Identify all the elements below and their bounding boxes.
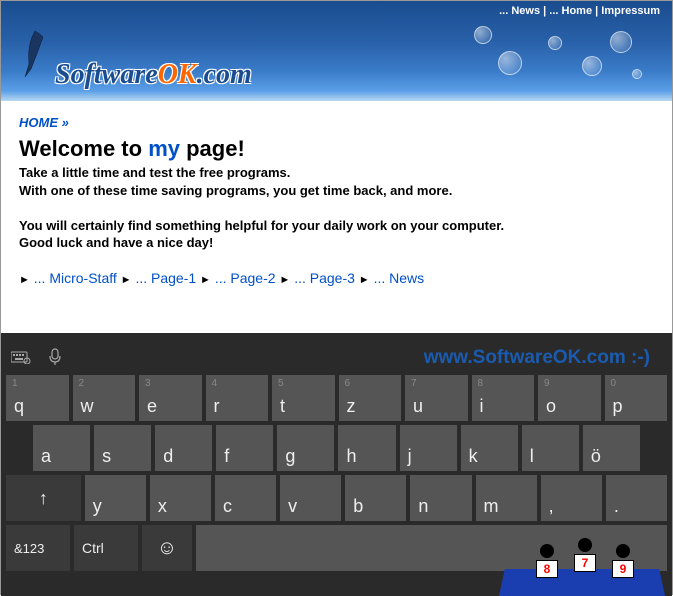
judge: 7 (566, 538, 604, 588)
arrow-icon: ► (19, 274, 30, 286)
key-s[interactable]: s (94, 425, 151, 471)
nav-link-page2[interactable]: ... Page-2 (215, 270, 276, 286)
header-banner: ... News | ... Home | Impressum Software… (1, 1, 672, 101)
key-r[interactable]: 4r (206, 375, 269, 421)
keyboard-settings-icon[interactable] (11, 350, 31, 364)
key-p[interactable]: 0p (605, 375, 668, 421)
key-i[interactable]: 8i (472, 375, 535, 421)
key-g[interactable]: g (277, 425, 334, 471)
breadcrumb: HOME » (19, 115, 654, 130)
key-symbols[interactable]: &123 (6, 525, 70, 571)
page-nav: ► ... Micro-Staff ► ... Page-1 ► ... Pag… (19, 270, 654, 286)
key-n[interactable]: n (410, 475, 471, 521)
key-q[interactable]: 1q (6, 375, 69, 421)
bubble-decoration (474, 26, 492, 44)
score-card: 8 (536, 560, 558, 578)
key-l[interactable]: l (522, 425, 579, 471)
score-card: 7 (574, 554, 596, 572)
top-link-impressum[interactable]: Impressum (601, 5, 660, 17)
breadcrumb-home[interactable]: HOME (19, 115, 58, 130)
intro-line: Take a little time and test the free pro… (19, 164, 654, 182)
key-shift[interactable]: ↑ (6, 475, 81, 521)
top-link-news[interactable]: ... News (499, 5, 540, 17)
key-,[interactable]: , (541, 475, 602, 521)
page-content: HOME » Welcome to my page! Take a little… (1, 101, 672, 333)
score-judges: 8 7 9 (528, 538, 642, 594)
score-card: 9 (612, 560, 634, 578)
key-y[interactable]: y (85, 475, 146, 521)
key-f[interactable]: f (216, 425, 273, 471)
top-link-home[interactable]: ... Home (549, 5, 592, 17)
url-watermark: www.SoftwareOK.com :-) (424, 347, 650, 369)
onscreen-keyboard: www.SoftwareOK.com :-) 1q2w3e4r5t6z7u8i9… (1, 333, 672, 596)
key-m[interactable]: m (476, 475, 537, 521)
key-j[interactable]: j (400, 425, 457, 471)
site-logo[interactable]: SoftwareOK.com (19, 41, 252, 91)
key-w[interactable]: 2w (73, 375, 136, 421)
bubble-decoration (548, 36, 562, 50)
nav-link-news[interactable]: ... News (374, 270, 425, 286)
arrow-icon: ► (279, 274, 290, 286)
key-a[interactable]: a (33, 425, 90, 471)
intro-line: You will certainly find something helpfu… (19, 217, 654, 235)
page-title: Welcome to my page! (19, 136, 654, 162)
intro-line: With one of these time saving programs, … (19, 182, 654, 200)
key-z[interactable]: 6z (339, 375, 402, 421)
key-x[interactable]: x (150, 475, 211, 521)
key-k[interactable]: k (461, 425, 518, 471)
bubble-decoration (610, 31, 632, 53)
top-links: ... News | ... Home | Impressum (499, 5, 660, 17)
key-.[interactable]: . (606, 475, 667, 521)
intro-line: Good luck and have a nice day! (19, 234, 654, 252)
nav-link-page1[interactable]: ... Page-1 (135, 270, 196, 286)
keyboard-row-3: ↑yxcvbnm,. (1, 475, 672, 521)
microphone-icon[interactable] (49, 348, 61, 366)
breadcrumb-sep: » (62, 115, 69, 130)
key-h[interactable]: h (338, 425, 395, 471)
key-d[interactable]: d (155, 425, 212, 471)
bubble-decoration (582, 56, 602, 76)
keyboard-row-1: 1q2w3e4r5t6z7u8i9o0p (1, 375, 672, 421)
key-u[interactable]: 7u (405, 375, 468, 421)
key-t[interactable]: 5t (272, 375, 335, 421)
judge: 8 (528, 544, 566, 594)
feather-icon (19, 29, 51, 79)
logo-text: SoftwareOK.com (55, 59, 252, 91)
bubble-decoration (498, 51, 522, 75)
arrow-icon: ► (200, 274, 211, 286)
intro-text: Take a little time and test the free pro… (19, 164, 654, 252)
key-o[interactable]: 9o (538, 375, 601, 421)
key-v[interactable]: v (280, 475, 341, 521)
key-ctrl[interactable]: Ctrl (74, 525, 138, 571)
judge: 9 (604, 544, 642, 594)
nav-link-page3[interactable]: ... Page-3 (294, 270, 355, 286)
keyboard-row-2: asdfghjklö (1, 425, 672, 471)
bubble-decoration (632, 69, 642, 79)
key-b[interactable]: b (345, 475, 406, 521)
key-ö[interactable]: ö (583, 425, 640, 471)
key-e[interactable]: 3e (139, 375, 202, 421)
key-c[interactable]: c (215, 475, 276, 521)
arrow-icon: ► (121, 274, 132, 286)
arrow-icon: ► (359, 274, 370, 286)
key-emoji[interactable]: ☺ (142, 525, 192, 571)
nav-link-microstaff[interactable]: ... Micro-Staff (34, 270, 117, 286)
